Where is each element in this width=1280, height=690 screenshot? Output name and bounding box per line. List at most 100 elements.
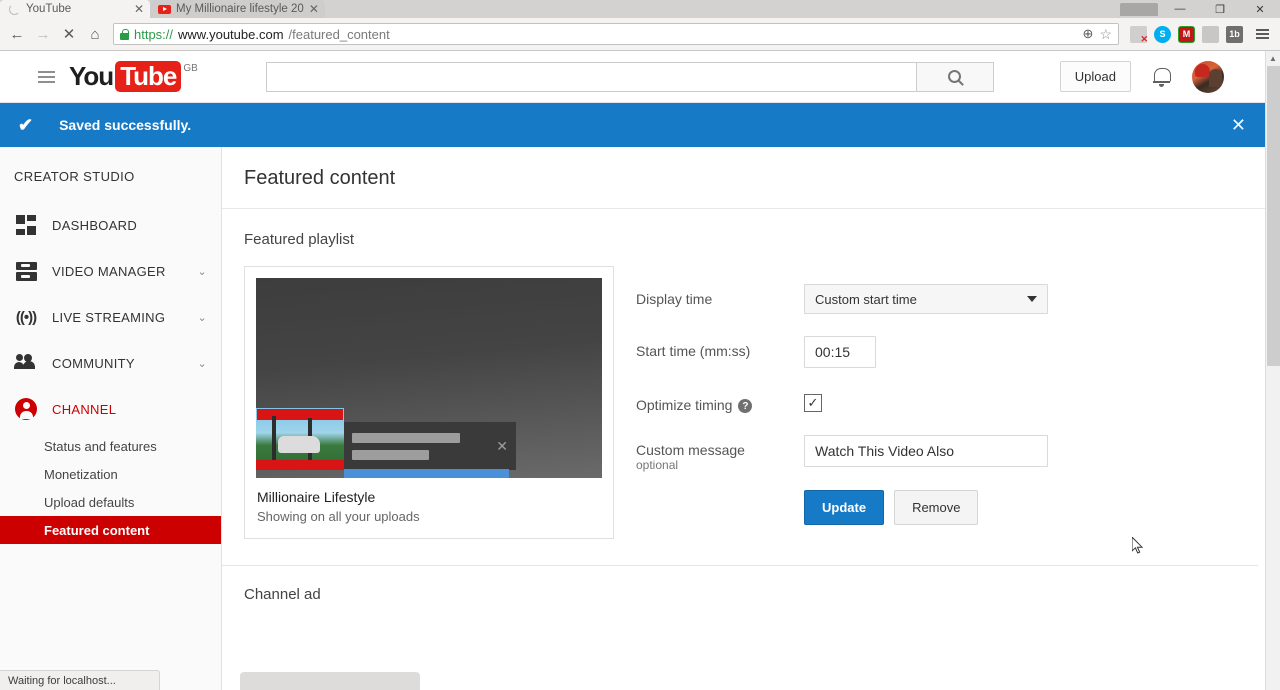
display-time-select[interactable]: Custom start time bbox=[804, 284, 1048, 314]
guide-menu-icon[interactable] bbox=[16, 63, 69, 91]
start-time-input[interactable] bbox=[804, 336, 876, 368]
browser-tab-2[interactable]: My Millionaire lifestyle 20 ✕ bbox=[150, 0, 325, 18]
sidebar-item-community[interactable]: COMMUNITY ⌄ bbox=[0, 340, 221, 386]
sidebar-heading: CREATOR STUDIO bbox=[14, 169, 135, 184]
sidebar-subitem-featured-content[interactable]: Featured content bbox=[0, 516, 221, 544]
logo-you-text: You bbox=[69, 61, 114, 91]
download-blocked-icon[interactable] bbox=[1130, 25, 1148, 45]
card-subtitle: Showing on all your uploads bbox=[257, 509, 420, 524]
sidebar-item-channel[interactable]: CHANNEL bbox=[0, 386, 221, 432]
sidebar-item-label: LIVE STREAMING bbox=[52, 309, 166, 325]
progress-bar bbox=[344, 469, 509, 478]
onebox-icon[interactable]: 1b bbox=[1226, 25, 1243, 43]
zoom-icon[interactable]: ⊕ bbox=[1083, 26, 1094, 42]
live-streaming-icon: ((•)) bbox=[15, 308, 37, 326]
upload-button[interactable]: Upload bbox=[1059, 61, 1131, 92]
window-minimize-button[interactable]: — bbox=[1160, 0, 1200, 18]
sidebar-item-label: COMMUNITY bbox=[52, 355, 135, 371]
bell-icon[interactable] bbox=[1153, 67, 1171, 87]
sidebar-item-live-streaming[interactable]: ((•)) LIVE STREAMING ⌄ bbox=[0, 294, 221, 340]
channel-icon bbox=[14, 397, 38, 421]
video-thumbnail: ✕ bbox=[256, 278, 602, 478]
section-label-channel-ad: Channel ad bbox=[244, 586, 321, 603]
featured-overlay-card: ✕ bbox=[344, 422, 516, 470]
search-area bbox=[265, 61, 994, 92]
url-scheme: https:// bbox=[134, 26, 174, 42]
scroll-up-arrow[interactable]: ▲ bbox=[1266, 51, 1280, 66]
tab-close-icon[interactable]: ✕ bbox=[134, 3, 144, 15]
window-controls: — ❐ ✕ bbox=[1120, 0, 1280, 18]
card-title: Millionaire Lifestyle bbox=[257, 489, 376, 505]
mcafee-shield-icon[interactable]: M bbox=[1178, 25, 1195, 43]
stop-icon[interactable]: ✕ bbox=[56, 21, 82, 47]
search-button[interactable] bbox=[915, 61, 994, 92]
search-icon bbox=[948, 70, 962, 83]
sidebar-item-dashboard[interactable]: DASHBOARD bbox=[0, 202, 221, 248]
video-preview-card[interactable]: ✕ Millionaire Lifestyle Showing on all y… bbox=[244, 266, 614, 539]
forward-icon[interactable]: → bbox=[30, 21, 56, 47]
address-bar[interactable]: https://www.youtube.com/featured_content… bbox=[113, 23, 1119, 45]
display-time-value: Custom start time bbox=[815, 291, 917, 307]
avatar[interactable] bbox=[1192, 60, 1224, 93]
optimize-timing-checkbox[interactable]: ✓ bbox=[804, 394, 822, 412]
tab-title: YouTube bbox=[26, 3, 72, 15]
browser-toolbar: ← → ✕ ⌂ https://www.youtube.com/featured… bbox=[0, 18, 1280, 51]
mouse-cursor bbox=[1132, 537, 1144, 554]
page-scrollbar[interactable]: ▲ bbox=[1265, 51, 1280, 690]
sidebar-item-label: DASHBOARD bbox=[52, 217, 138, 233]
content-header: Featured content bbox=[222, 147, 1280, 209]
update-button[interactable]: Update bbox=[804, 490, 885, 525]
lock-icon bbox=[120, 29, 129, 40]
banner-message: Saved successfully. bbox=[59, 117, 192, 133]
banner-close-icon[interactable]: ✕ bbox=[1231, 115, 1246, 136]
status-bar: Waiting for localhost... bbox=[0, 670, 160, 690]
section-label-featured-playlist: Featured playlist bbox=[244, 231, 355, 248]
sidebar: CREATOR STUDIO DASHBOARD VIDEO MANAGER ⌄… bbox=[0, 147, 222, 690]
sidebar-subitem-monetization[interactable]: Monetization bbox=[0, 460, 221, 488]
bookmark-star-icon[interactable]: ☆ bbox=[1099, 26, 1112, 43]
overlay-close-icon[interactable]: ✕ bbox=[496, 438, 508, 455]
label-custom-message: Custom message optional bbox=[636, 435, 804, 472]
chevron-down-icon bbox=[1027, 296, 1037, 302]
dashboard-icon bbox=[14, 213, 38, 237]
status-banner: ✔ Saved successfully. ✕ bbox=[0, 103, 1280, 147]
sidebar-subitem-upload-defaults[interactable]: Upload defaults bbox=[0, 488, 221, 516]
logo-tube-text: Tube bbox=[115, 61, 182, 92]
download-shelf[interactable] bbox=[240, 672, 420, 690]
status-text: Waiting for localhost... bbox=[8, 674, 116, 687]
extension-icons: S M 1b bbox=[1124, 25, 1249, 45]
header-right-actions: Upload bbox=[1059, 60, 1264, 93]
custom-message-input[interactable] bbox=[804, 435, 1048, 467]
scrollbar-thumb[interactable] bbox=[1267, 66, 1280, 366]
page-viewport: You Tube GB Upload ✔ Saved successfully.… bbox=[0, 51, 1280, 690]
url-domain: www.youtube.com bbox=[178, 26, 284, 42]
label-start-time: Start time (mm:ss) bbox=[636, 343, 751, 359]
sidebar-item-video-manager[interactable]: VIDEO MANAGER ⌄ bbox=[0, 248, 221, 294]
overlay-placeholder-lines bbox=[352, 432, 490, 460]
form-row-start-time: Start time (mm:ss) bbox=[636, 336, 1048, 368]
home-icon[interactable]: ⌂ bbox=[82, 21, 108, 47]
skype-icon[interactable]: S bbox=[1154, 25, 1171, 43]
thumbnail-inner-image bbox=[256, 408, 344, 470]
sidebar-item-label: CHANNEL bbox=[52, 401, 117, 417]
browser-tab-1[interactable]: YouTube ✕ bbox=[0, 0, 150, 18]
window-close-button[interactable]: ✕ bbox=[1240, 0, 1280, 18]
form-row-custom-message: Custom message optional bbox=[636, 435, 1048, 472]
checkmark-icon: ✔ bbox=[18, 114, 34, 135]
youtube-logo[interactable]: You Tube GB bbox=[69, 61, 198, 92]
chevron-down-icon: ⌄ bbox=[197, 311, 207, 324]
tab-title: My Millionaire lifestyle 20 bbox=[176, 3, 304, 15]
help-icon[interactable]: ? bbox=[738, 399, 753, 413]
back-icon[interactable]: ← bbox=[4, 21, 30, 47]
window-maximize-button[interactable]: ❐ bbox=[1200, 0, 1240, 18]
screenshot-camera-icon[interactable] bbox=[1202, 25, 1219, 43]
search-input[interactable] bbox=[265, 61, 916, 92]
sidebar-subitem-status-and-features[interactable]: Status and features bbox=[0, 432, 221, 460]
remove-button[interactable]: Remove bbox=[894, 490, 979, 525]
tab-close-icon[interactable]: ✕ bbox=[309, 3, 319, 15]
chevron-down-icon: ⌄ bbox=[197, 357, 207, 370]
featured-playlist-form: Display time Custom start time Start tim… bbox=[636, 266, 1048, 539]
hamburger-menu-icon[interactable] bbox=[1249, 28, 1276, 40]
page-body: CREATOR STUDIO DASHBOARD VIDEO MANAGER ⌄… bbox=[0, 147, 1280, 690]
label-optimize-timing: Optimize timing ? bbox=[636, 390, 804, 413]
